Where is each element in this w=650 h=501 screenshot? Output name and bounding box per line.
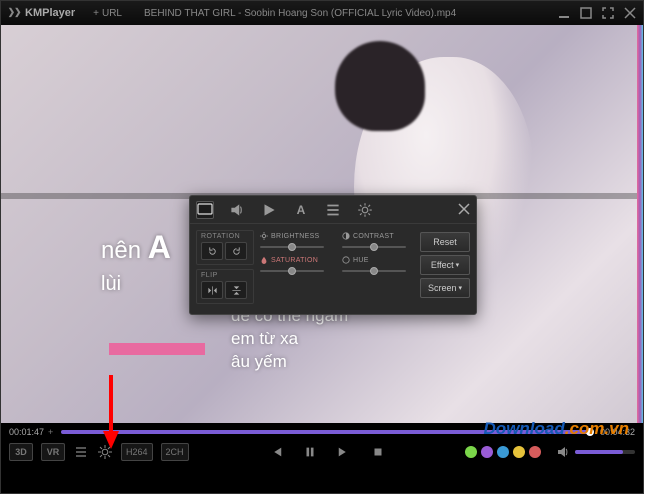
close-button[interactable] [623,6,637,20]
plus-icon: + [93,8,99,19]
lyric-text: em từ xa [231,328,348,351]
panel-buttons: Reset Effect▾ Screen▾ [420,230,470,308]
saturation-slider[interactable] [260,266,324,276]
panel-sliders: BRIGHTNESS CONTRAST SATURATION HUE [260,230,414,308]
tab-play[interactable] [260,201,278,219]
lyrics-left: nên A lùi [101,225,171,298]
video-subject [335,41,425,131]
pause-button[interactable] [302,444,318,460]
window-title: BEHIND THAT GIRL - Soobin Hoang Son (OFF… [144,8,557,19]
minimize-button[interactable] [557,6,571,20]
hue-icon [342,256,350,264]
tab-playlist[interactable] [324,201,342,219]
brightness-label: BRIGHTNESS [260,232,332,240]
volume-control [555,444,635,460]
flip-group: FLIP [196,269,254,304]
flip-vertical-button[interactable] [225,281,247,299]
tab-audio[interactable] [228,201,246,219]
lyric-highlight [109,343,205,355]
panel-left-col: ROTATION FLIP [196,230,254,308]
kmplayer-window: KMPlayer + URL BEHIND THAT GIRL - Soobin… [0,0,644,494]
contrast-icon [342,232,350,240]
saturation-row: SATURATION [260,256,332,276]
vr-button[interactable]: VR [41,443,65,461]
tab-settings[interactable] [356,201,374,219]
panel-close-button[interactable] [458,203,470,217]
rotation-group: ROTATION [196,230,254,265]
panel-body: ROTATION FLIP [190,224,476,314]
panel-tabs: A [190,196,476,224]
fullscreen-button[interactable] [601,6,615,20]
codec-badge[interactable]: H264 [121,443,153,461]
lyric-text: nên [101,237,148,264]
app-logo: KMPlayer [7,6,75,20]
channels-badge[interactable]: 2CH [161,443,189,461]
time-plus-icon[interactable]: + [48,427,53,437]
brightness-slider[interactable] [260,242,324,252]
reset-button[interactable]: Reset [420,232,470,252]
time-current: 00:01:47 [9,427,44,437]
flip-horizontal-button[interactable] [201,281,223,299]
control-panel: A ROTATION FLIP [189,195,477,315]
volume-slider[interactable] [575,450,635,454]
flip-label: FLIP [201,272,249,279]
next-button[interactable] [336,444,352,460]
rotate-cw-button[interactable] [225,242,247,260]
settings-icon[interactable] [97,444,113,460]
volume-icon[interactable] [555,444,571,460]
brightness-row: BRIGHTNESS [260,232,332,252]
window-controls [557,6,637,20]
chevron-down-icon: ▾ [456,261,460,269]
stop-button[interactable] [370,444,386,460]
brightness-icon [260,232,268,240]
screen-button[interactable]: Screen▾ [420,278,470,298]
titlebar: KMPlayer + URL BEHIND THAT GIRL - Soobin… [1,1,643,25]
saturation-label: SATURATION [260,256,332,264]
lyric-text: lùi [101,270,171,298]
logo-text: KMPlayer [25,7,75,19]
watermark-text: .com.vn [565,419,629,438]
logo-icon [7,6,21,20]
lyric-text-big: A [148,229,171,265]
contrast-row: CONTRAST [342,232,414,252]
dot-red[interactable] [529,446,541,458]
hue-row: HUE [342,256,414,276]
playlist-icon[interactable] [73,444,89,460]
maximize-button[interactable] [579,6,593,20]
lyric-text: âu yếm [231,351,348,374]
dot-green[interactable] [465,446,477,458]
watermark: Download.com.vn [484,419,629,439]
lyrics-center: để có thể ngắm em từ xa âu yếm [231,305,348,374]
hue-slider[interactable] [342,266,406,276]
contrast-slider[interactable] [342,242,406,252]
effect-button[interactable]: Effect▾ [420,255,470,275]
dot-purple[interactable] [481,446,493,458]
controls-row: 3D VR H264 2CH [1,437,643,467]
3d-button[interactable]: 3D [9,443,33,461]
rotate-ccw-button[interactable] [201,242,223,260]
saturation-icon [260,256,268,264]
tab-subtitle[interactable]: A [292,201,310,219]
watermark-text: Download [484,419,565,438]
contrast-label: CONTRAST [342,232,414,240]
color-dots [465,446,541,458]
video-area[interactable]: nên A lùi để có thể ngắm em từ xa âu yếm… [1,25,643,425]
dot-yellow[interactable] [513,446,525,458]
url-button[interactable]: + URL [93,8,122,19]
tab-screen[interactable] [196,201,214,219]
dot-blue[interactable] [497,446,509,458]
chevron-down-icon: ▾ [459,284,463,292]
transport-controls [197,444,457,460]
url-label: URL [102,8,122,19]
prev-button[interactable] [268,444,284,460]
rotation-label: ROTATION [201,233,249,240]
hue-label: HUE [342,256,414,264]
